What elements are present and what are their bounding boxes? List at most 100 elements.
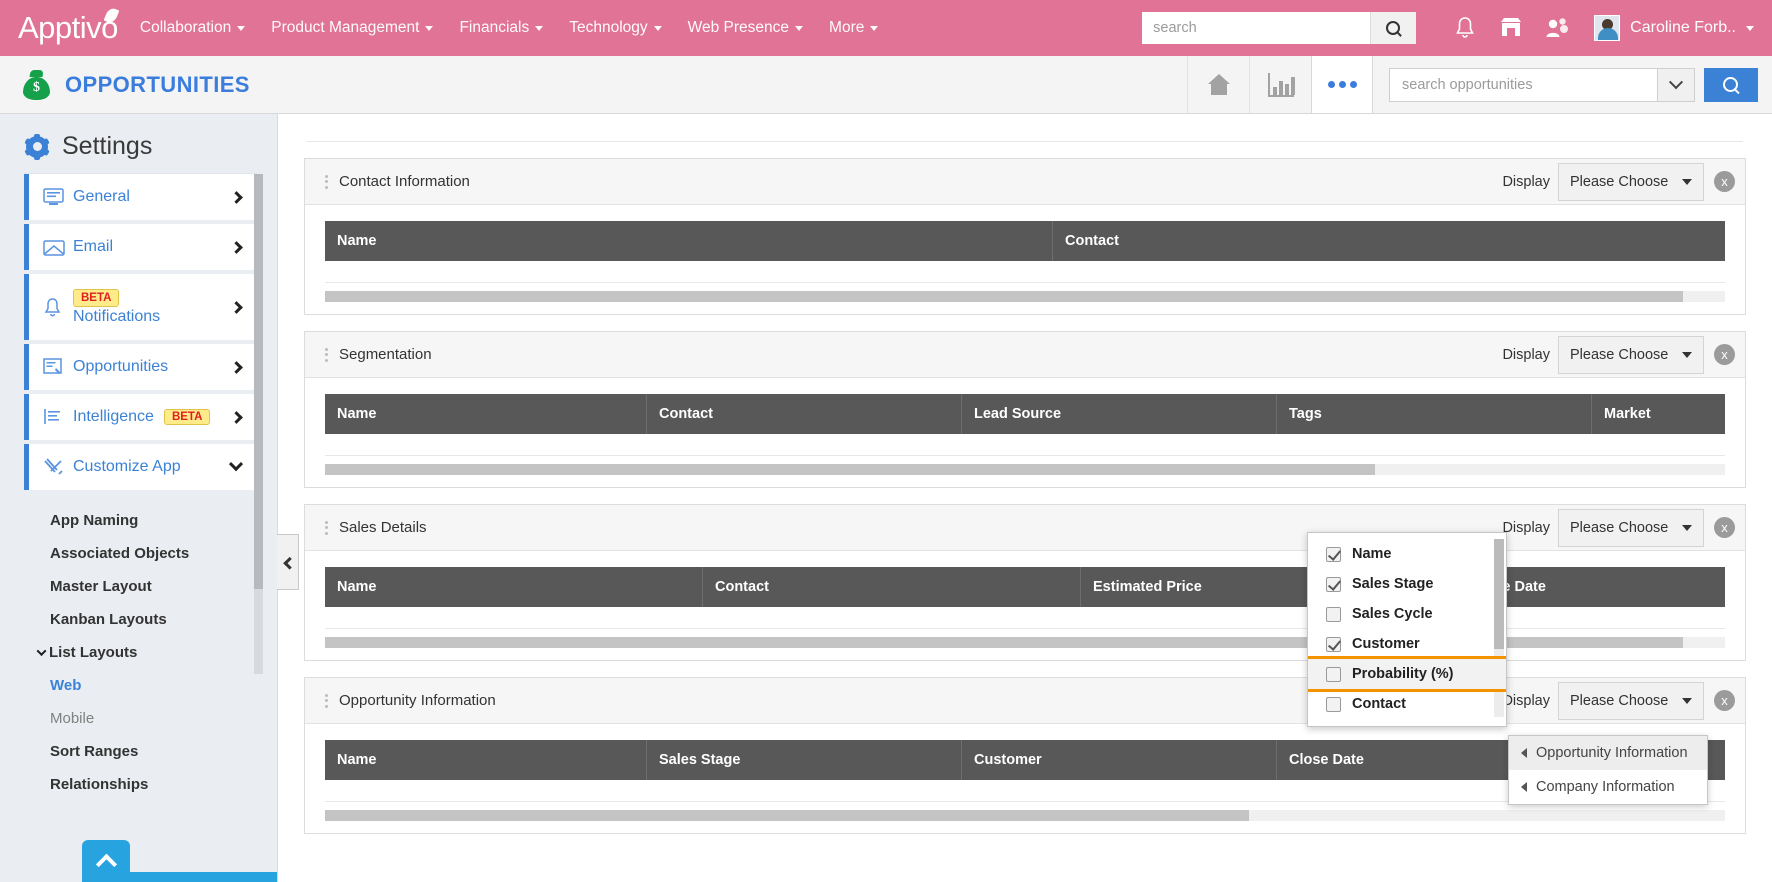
submenu-item-app-naming[interactable]: App Naming xyxy=(50,504,277,537)
drag-handle-icon[interactable] xyxy=(319,348,333,362)
remove-panel-button[interactable]: x xyxy=(1714,344,1735,365)
column-header[interactable]: Name xyxy=(325,221,1053,261)
chevron-down-icon xyxy=(425,26,433,31)
marketplace-button[interactable] xyxy=(1488,17,1534,39)
column-header[interactable]: Name xyxy=(325,567,703,607)
drag-handle-icon[interactable] xyxy=(319,694,333,708)
checkbox-icon[interactable] xyxy=(1326,637,1341,652)
checkbox-icon[interactable] xyxy=(1326,547,1341,562)
nav-item-web-presence[interactable]: Web Presence xyxy=(688,19,803,37)
column-header[interactable]: Contact xyxy=(703,567,1081,607)
submenu-item-mobile[interactable]: Mobile xyxy=(50,702,277,735)
display-label: Display xyxy=(1502,174,1550,190)
remove-panel-button[interactable]: x xyxy=(1714,171,1735,192)
beta-badge: BETA xyxy=(164,409,210,425)
column-header[interactable]: Customer xyxy=(962,740,1277,780)
display-select[interactable]: Please Choose xyxy=(1558,163,1704,201)
table-horizontal-scrollbar[interactable] xyxy=(325,464,1725,475)
table-horizontal-scrollbar[interactable] xyxy=(325,637,1725,648)
table-horizontal-scrollbar[interactable] xyxy=(325,810,1725,821)
checkbox-icon[interactable] xyxy=(1326,667,1341,682)
reports-button[interactable] xyxy=(1249,56,1311,113)
submenu-item-kanban-layouts[interactable]: Kanban Layouts xyxy=(50,603,277,636)
scroll-to-top-button[interactable] xyxy=(82,840,130,882)
global-search-button[interactable] xyxy=(1370,12,1416,44)
column-option-sales-cycle[interactable]: Sales Cycle xyxy=(1308,599,1506,629)
display-select[interactable]: Please Choose xyxy=(1558,509,1704,547)
column-option-customer[interactable]: Customer xyxy=(1308,629,1506,659)
column-header[interactable]: Contact xyxy=(647,394,962,434)
panel-title: Contact Information xyxy=(339,173,470,190)
remove-panel-button[interactable]: x xyxy=(1714,517,1735,538)
checkbox-icon[interactable] xyxy=(1326,607,1341,622)
column-header[interactable]: Market xyxy=(1592,394,1725,434)
submenu-company-information[interactable]: Company Information xyxy=(1509,770,1707,804)
checkbox-icon[interactable] xyxy=(1326,697,1341,712)
column-header[interactable]: Name xyxy=(325,740,647,780)
table-header-row: Name Contact Lead Source Tags Market xyxy=(325,394,1725,434)
global-search-input[interactable] xyxy=(1142,12,1370,44)
more-actions-button[interactable] xyxy=(1311,56,1373,113)
store-icon xyxy=(1499,17,1523,39)
column-option-contact[interactable]: Contact xyxy=(1308,689,1506,719)
panel-controls: Display Please Choose x xyxy=(1502,163,1735,201)
display-select-value: Please Choose xyxy=(1570,520,1668,536)
column-option-sales-stage[interactable]: Sales Stage xyxy=(1308,569,1506,599)
people-button[interactable] xyxy=(1534,17,1580,39)
partial-panel-above xyxy=(307,114,1743,142)
sidebar-item-general[interactable]: General xyxy=(24,174,257,220)
avatar xyxy=(1594,15,1620,41)
submenu-group-list-layouts[interactable]: List Layouts xyxy=(38,636,277,669)
nav-item-technology[interactable]: Technology xyxy=(569,19,661,37)
column-header[interactable]: Sales Stage xyxy=(647,740,962,780)
checkbox-icon[interactable] xyxy=(1326,577,1341,592)
bell-icon xyxy=(43,297,73,318)
app-search-input[interactable]: search opportunities xyxy=(1389,68,1657,102)
column-header[interactable]: Name xyxy=(325,394,647,434)
column-option-name[interactable]: Name xyxy=(1308,539,1506,569)
money-bag-icon: $ xyxy=(22,70,52,100)
column-header[interactable]: Contact xyxy=(1053,221,1725,261)
home-button[interactable] xyxy=(1187,56,1249,113)
table-horizontal-scrollbar[interactable] xyxy=(325,291,1725,302)
display-label: Display xyxy=(1502,347,1550,363)
sidebar-item-customize-app[interactable]: Customize App xyxy=(24,444,257,490)
app-search-button[interactable] xyxy=(1704,68,1758,102)
nav-item-product-management[interactable]: Product Management xyxy=(271,19,433,37)
user-menu[interactable]: Caroline Forb.. xyxy=(1594,15,1758,41)
submenu-item-list-layouts[interactable]: List Layouts xyxy=(49,636,137,669)
nav-item-more[interactable]: More xyxy=(829,19,878,37)
panel-title: Opportunity Information xyxy=(339,692,496,709)
sidebar-item-email[interactable]: Email xyxy=(24,224,257,270)
submenu-item-master-layout[interactable]: Master Layout xyxy=(50,570,277,603)
display-select[interactable]: Please Choose xyxy=(1558,682,1704,720)
drag-handle-icon[interactable] xyxy=(319,521,333,535)
drag-handle-icon[interactable] xyxy=(319,175,333,189)
notifications-button[interactable] xyxy=(1442,16,1488,40)
sidebar-item-notifications[interactable]: BETA Notifications xyxy=(24,274,257,340)
apptivo-logo[interactable]: Apptivo xyxy=(14,10,118,46)
submenu-opportunity-information[interactable]: Opportunity Information xyxy=(1509,736,1707,770)
nav-item-financials[interactable]: Financials xyxy=(459,19,543,37)
column-header[interactable]: Tags xyxy=(1277,394,1592,434)
table-empty-row xyxy=(325,261,1725,283)
submenu-item-sort-ranges[interactable]: Sort Ranges xyxy=(50,735,277,768)
global-navbar: Apptivo Collaboration Product Management… xyxy=(0,0,1772,56)
column-header[interactable]: Lead Source xyxy=(962,394,1277,434)
nav-item-collaboration[interactable]: Collaboration xyxy=(140,19,245,37)
submenu-item-relationships[interactable]: Relationships xyxy=(50,768,277,801)
app-search-dropdown[interactable] xyxy=(1657,68,1695,102)
sidebar-item-opportunities[interactable]: Opportunities xyxy=(24,344,257,390)
remove-panel-button[interactable]: x xyxy=(1714,690,1735,711)
sidebar-collapse-handle[interactable] xyxy=(277,534,299,590)
display-select[interactable]: Please Choose xyxy=(1558,336,1704,374)
panel-segmentation: Segmentation Display Please Choose x Nam… xyxy=(304,331,1746,488)
column-option-probability[interactable]: Probability (%) xyxy=(1308,659,1506,689)
beta-badge: BETA xyxy=(73,289,119,307)
submenu-item-web[interactable]: Web xyxy=(50,669,277,702)
sidebar-scrollbar[interactable] xyxy=(254,174,263,674)
menu-scrollbar[interactable] xyxy=(1494,539,1504,717)
submenu-item-associated-objects[interactable]: Associated Objects xyxy=(50,537,277,570)
sidebar-item-intelligence[interactable]: Intelligence BETA xyxy=(24,394,257,440)
chevron-down-icon xyxy=(654,26,662,31)
